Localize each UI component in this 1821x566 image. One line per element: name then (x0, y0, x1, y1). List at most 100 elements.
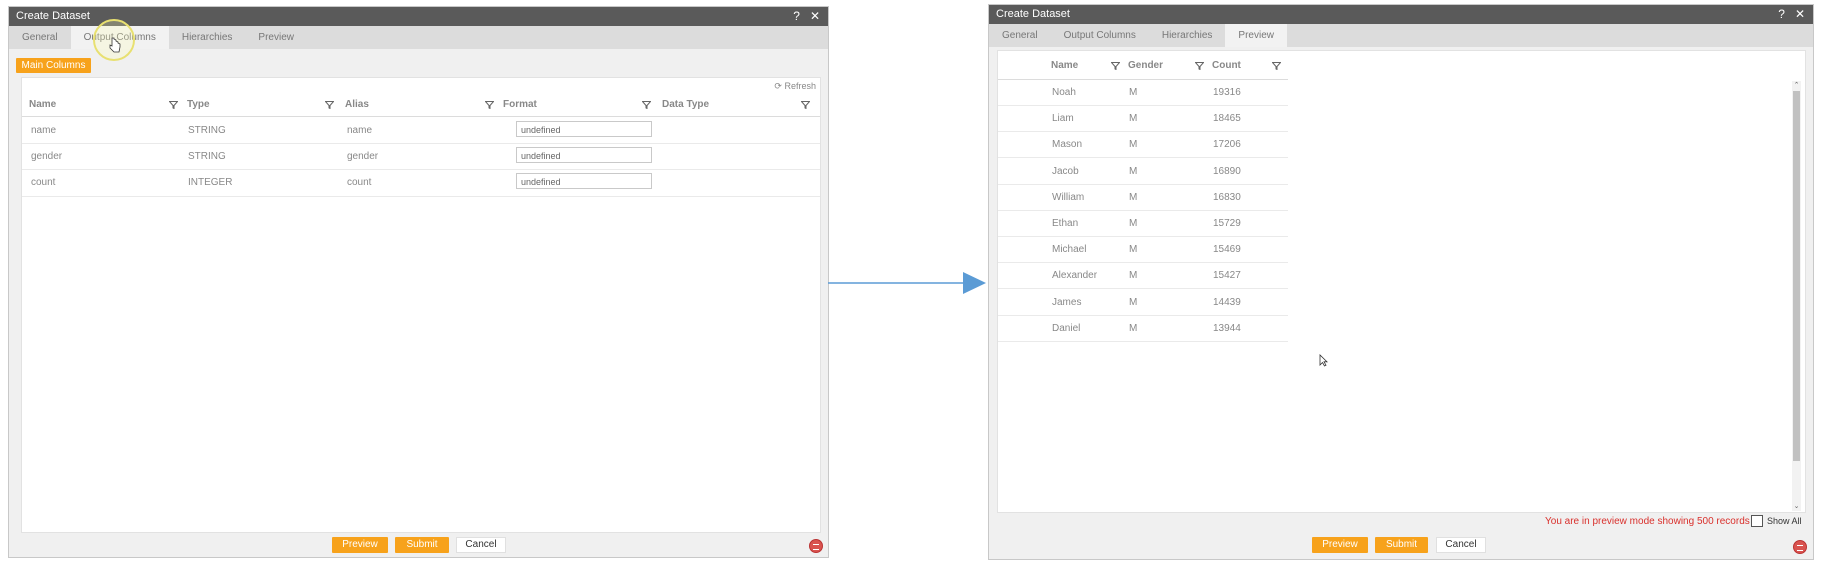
table-row[interactable]: count INTEGER count undefined (22, 170, 820, 197)
header-gender: Gender (1128, 60, 1164, 71)
cell-count: 16830 (1213, 191, 1241, 203)
cell-count: 14439 (1213, 296, 1241, 308)
filter-icon[interactable] (485, 101, 494, 109)
cell-gender: M (1129, 139, 1138, 151)
format-input[interactable]: undefined (516, 147, 652, 163)
tab-general[interactable]: General (9, 26, 71, 49)
chat-icon[interactable] (809, 539, 823, 553)
format-input[interactable]: undefined (516, 173, 652, 189)
cancel-button[interactable]: Cancel (456, 537, 506, 553)
tab-output-columns[interactable]: Output Columns (1051, 24, 1149, 47)
cell-name: Michael (1052, 244, 1087, 256)
table-row[interactable]: Mason M 17206 (998, 132, 1288, 159)
table-row[interactable]: Ethan M 15729 (998, 211, 1288, 237)
filter-icon[interactable] (169, 101, 178, 109)
cell-gender: M (1129, 113, 1138, 125)
cell-gender: M (1129, 244, 1138, 256)
header-format: Format (503, 99, 537, 110)
help-icon[interactable]: ? (793, 7, 800, 26)
table-row[interactable]: Michael M 15469 (998, 237, 1288, 264)
header-data-type: Data Type (662, 99, 710, 110)
mouse-pointer-icon (1319, 354, 1328, 367)
submit-button[interactable]: Submit (1375, 537, 1428, 553)
scroll-up-icon[interactable]: ⌃ (1792, 81, 1801, 90)
chat-icon[interactable] (1793, 540, 1807, 554)
table-row[interactable]: Jacob M 16890 (998, 159, 1288, 185)
cell-name: Noah (1052, 87, 1076, 98)
filter-icon[interactable] (1111, 62, 1120, 70)
table-row[interactable]: Noah M 19316 (998, 80, 1288, 106)
main-columns-button[interactable]: Main Columns (16, 58, 91, 73)
scrollbar-thumb[interactable] (1793, 91, 1800, 461)
cell-type: STRING (188, 151, 226, 162)
table-row[interactable]: Liam M 18465 (998, 106, 1288, 133)
preview-mode-notice: You are in preview mode showing 500 reco… (1545, 516, 1750, 527)
table-row[interactable]: name STRING name undefined (22, 117, 820, 144)
cell-name: William (1052, 191, 1085, 203)
format-input[interactable]: undefined (516, 121, 652, 137)
table-row[interactable]: William M 16830 (998, 185, 1288, 211)
dialog-title: Create Dataset (996, 8, 1070, 20)
scroll-down-icon[interactable]: ⌄ (1792, 502, 1801, 511)
cell-count: 18465 (1213, 113, 1241, 125)
cell-alias: name (347, 125, 373, 136)
tab-general[interactable]: General (989, 24, 1051, 47)
table-row[interactable]: Alexander M 15427 (998, 263, 1288, 290)
preview-button[interactable]: Preview (1312, 537, 1368, 553)
output-columns-panel: ⟳ Refresh Name Type Alias Format Data Ty… (21, 77, 821, 533)
cell-name: gender (31, 151, 63, 162)
cell-count: 16890 (1213, 165, 1241, 177)
cell-name: Jacob (1052, 165, 1079, 177)
cell-name: Daniel (1052, 322, 1081, 334)
cell-count: 15729 (1213, 218, 1241, 229)
submit-button[interactable]: Submit (395, 537, 449, 553)
show-all-checkbox[interactable] (1751, 515, 1763, 527)
cell-count: 17206 (1213, 139, 1241, 151)
cell-name: Mason (1052, 139, 1083, 151)
table-row[interactable]: gender STRING gender undefined (22, 144, 820, 170)
tab-preview[interactable]: Preview (245, 26, 307, 49)
cell-count: 19316 (1213, 87, 1241, 98)
hand-cursor-icon (109, 37, 121, 53)
preview-panel: Name Gender Count Noah M 19316 Liam M 18465 Ma… (997, 50, 1806, 513)
header-count: Count (1212, 60, 1241, 71)
filter-icon[interactable] (325, 101, 334, 109)
cell-count: 15469 (1213, 244, 1241, 256)
refresh-button[interactable]: ⟳ Refresh (774, 81, 816, 92)
cancel-button[interactable]: Cancel (1436, 537, 1486, 553)
cell-count: 13944 (1213, 322, 1241, 334)
dialog-tabs: General Output Columns Hierarchies Previ… (989, 24, 1813, 47)
header-name: Name (29, 99, 57, 110)
filter-icon[interactable] (642, 101, 651, 109)
table-header-row: Name Type Alias Format Data Type (22, 93, 820, 117)
filter-icon[interactable] (801, 101, 810, 109)
show-all-label: Show All (1767, 516, 1802, 526)
help-icon[interactable]: ? (1778, 5, 1785, 24)
filter-icon[interactable] (1195, 62, 1204, 70)
refresh-label: Refresh (784, 81, 816, 91)
close-icon[interactable]: ✕ (810, 7, 820, 26)
close-icon[interactable]: ✕ (1795, 5, 1805, 24)
cell-name: James (1052, 296, 1082, 308)
cell-name: name (31, 125, 57, 136)
preview-button[interactable]: Preview (332, 537, 388, 553)
cell-gender: M (1129, 322, 1138, 334)
table-row[interactable]: Daniel M 13944 (998, 316, 1288, 342)
vertical-scrollbar[interactable]: ⌃ ⌄ (1792, 81, 1801, 511)
cell-gender: M (1129, 165, 1138, 177)
tab-hierarchies[interactable]: Hierarchies (169, 26, 246, 49)
create-dataset-dialog-output-columns: Create Dataset ? ✕ General Output Column… (8, 6, 829, 558)
table-row[interactable]: James M 14439 (998, 290, 1288, 316)
filter-icon[interactable] (1272, 62, 1281, 70)
cell-alias: gender (347, 151, 379, 162)
cell-gender: M (1129, 87, 1138, 98)
transition-arrow-icon (828, 272, 986, 294)
cell-gender: M (1129, 296, 1138, 308)
cell-type: INTEGER (188, 177, 233, 188)
refresh-icon: ⟳ (774, 81, 782, 91)
cell-count: 15427 (1213, 270, 1241, 282)
dialog-title: Create Dataset (16, 10, 90, 22)
tab-hierarchies[interactable]: Hierarchies (1149, 24, 1226, 47)
tab-preview[interactable]: Preview (1225, 24, 1287, 47)
cell-type: STRING (188, 125, 226, 136)
